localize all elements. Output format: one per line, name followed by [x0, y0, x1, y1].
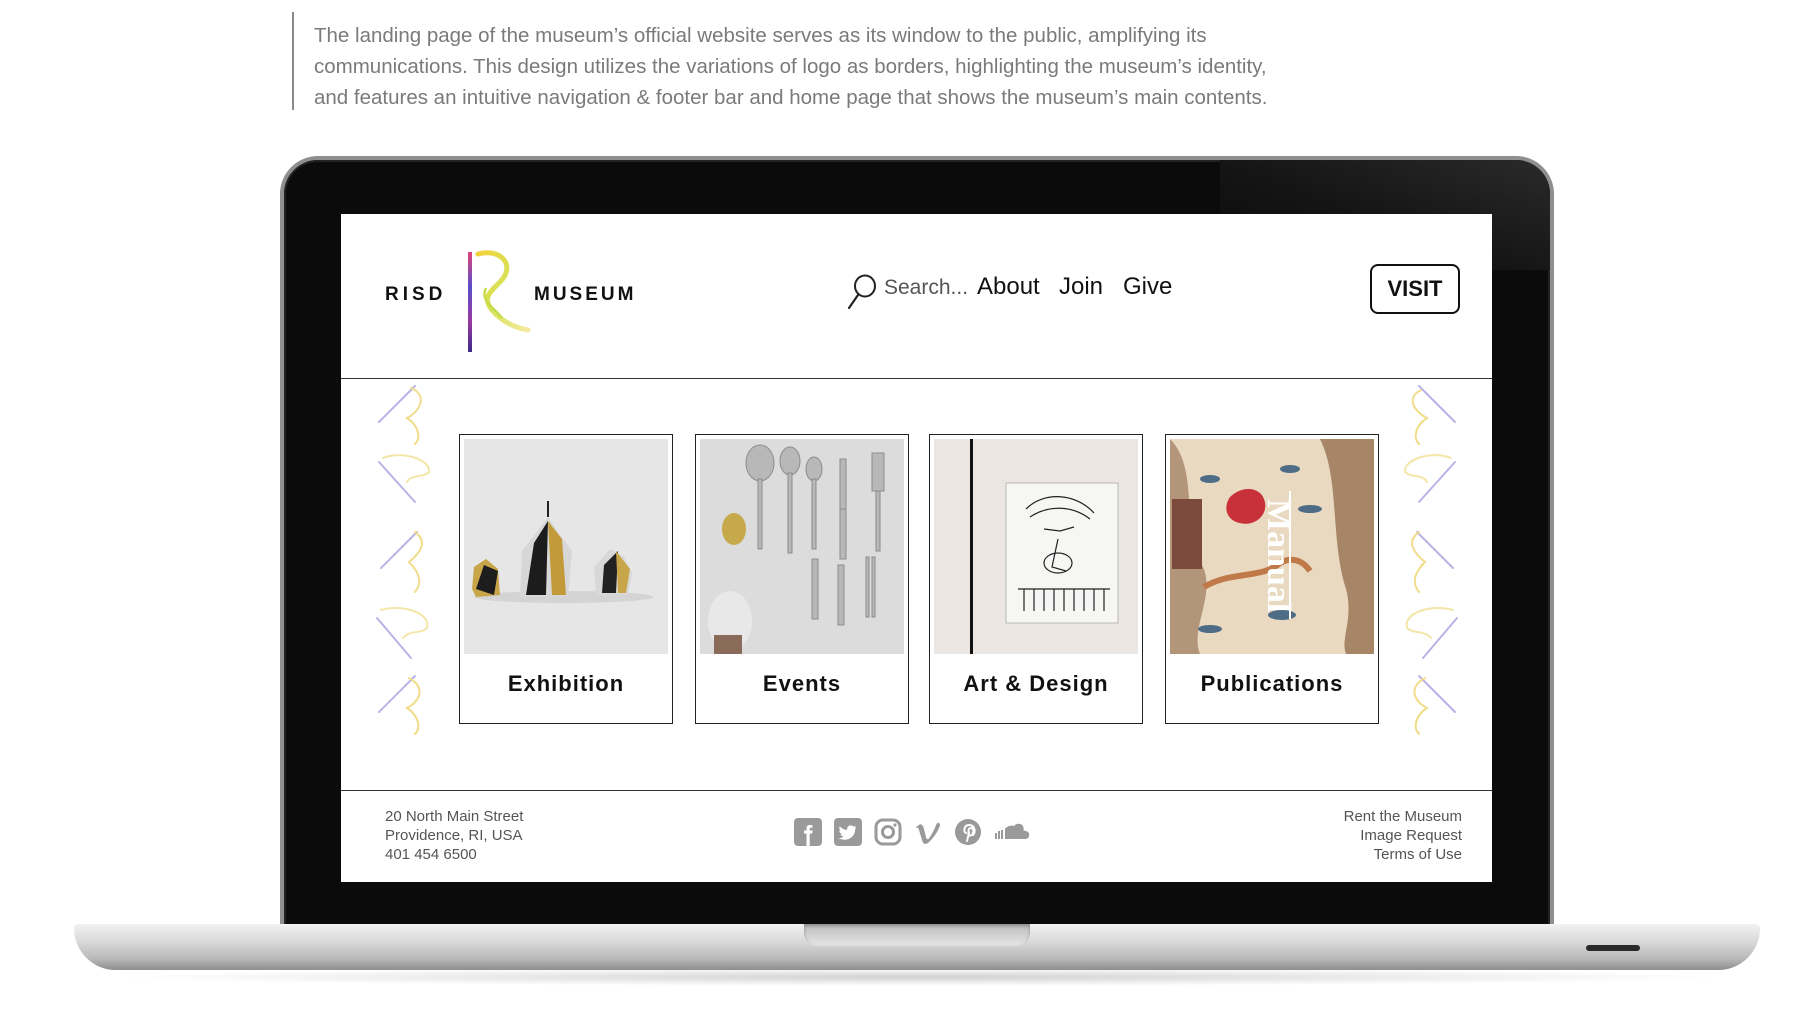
- search-icon: [847, 274, 876, 310]
- social-icons: [793, 817, 1033, 851]
- laptop-indicator: [1586, 945, 1640, 951]
- visit-button[interactable]: VISIT: [1370, 264, 1460, 314]
- twitter-icon[interactable]: [833, 817, 863, 847]
- card-events[interactable]: Events: [695, 434, 909, 724]
- left-logo-border: [376, 385, 430, 735]
- card-label-events: Events: [762, 671, 842, 696]
- description-line: and features an intuitive navigation & f…: [314, 86, 1268, 109]
- address-line: 20 North Main Street: [385, 808, 524, 825]
- site-footer: 20 North Main Street Providence, RI, USA…: [341, 790, 1492, 882]
- nav-give[interactable]: Give: [1123, 273, 1172, 301]
- exhibition-image: [464, 439, 668, 654]
- footer-link-image-request[interactable]: Image Request: [1344, 826, 1462, 845]
- laptop-notch: [804, 924, 1030, 946]
- description-line: The landing page of the museum’s officia…: [314, 24, 1207, 47]
- publication-cover-title: Manual: [1260, 499, 1297, 612]
- website-screen: RISD MUSEUM About Join Give: [341, 214, 1492, 882]
- publications-image: Manual: [1170, 439, 1374, 654]
- nav-join[interactable]: Join: [1059, 273, 1103, 301]
- nav-about[interactable]: About: [977, 273, 1040, 301]
- pinterest-icon[interactable]: [953, 817, 983, 847]
- card-art-design[interactable]: Art & Design: [929, 434, 1143, 724]
- right-logo-border: [1404, 385, 1458, 735]
- logo-museum-text[interactable]: MUSEUM: [534, 284, 636, 306]
- address-line: 401 454 6500: [385, 846, 477, 863]
- card-label-publications: Publications: [1200, 671, 1344, 696]
- card-label-art-design: Art & Design: [963, 671, 1109, 696]
- description-quote: The landing page of the museum’s officia…: [292, 12, 1292, 110]
- vimeo-icon[interactable]: [913, 817, 943, 847]
- card-publications[interactable]: Manual Publications: [1165, 434, 1379, 724]
- card-exhibition[interactable]: Exhibition: [459, 434, 673, 724]
- site-header: RISD MUSEUM About Join Give: [341, 214, 1492, 379]
- footer-link-rent[interactable]: Rent the Museum: [1344, 807, 1462, 826]
- footer-address: 20 North Main Street Providence, RI, USA…: [385, 807, 523, 864]
- events-image: [700, 439, 904, 654]
- card-label-exhibition: Exhibition: [507, 671, 625, 696]
- laptop-shadow: [110, 968, 1730, 986]
- footer-link-terms[interactable]: Terms of Use: [1344, 845, 1462, 864]
- art-design-image: [934, 439, 1138, 654]
- description-line: communications. This design utilizes the…: [314, 55, 1267, 78]
- facebook-icon[interactable]: [793, 817, 823, 847]
- soundcloud-icon[interactable]: [993, 817, 1033, 847]
- logo-risd-text[interactable]: RISD: [385, 284, 446, 306]
- address-line: Providence, RI, USA: [385, 827, 523, 844]
- instagram-icon[interactable]: [873, 817, 903, 847]
- laptop-base: [74, 924, 1760, 970]
- footer-links: Rent the Museum Image Request Terms of U…: [1344, 807, 1462, 864]
